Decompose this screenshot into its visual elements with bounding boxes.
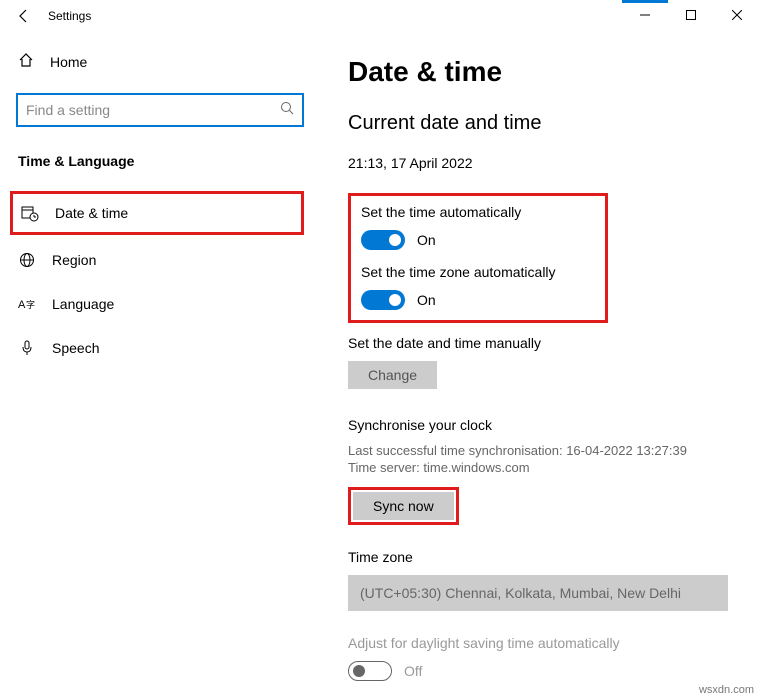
auto-time-state: On	[417, 232, 436, 248]
change-button[interactable]: Change	[348, 361, 437, 389]
back-button[interactable]	[8, 0, 40, 32]
sidebar-item-date-time[interactable]: Date & time	[10, 191, 304, 235]
page-title: Date & time	[348, 56, 732, 88]
section-subtitle: Current date and time	[348, 112, 732, 135]
current-datetime: 21:13, 17 April 2022	[348, 155, 732, 171]
sidebar-item-region[interactable]: Region	[10, 241, 304, 279]
category-title: Time & Language	[18, 153, 304, 169]
sync-title: Synchronise your clock	[348, 417, 732, 433]
svg-text:A: A	[18, 299, 26, 311]
search-icon	[280, 101, 294, 120]
auto-time-toggle[interactable]	[361, 230, 405, 250]
calendar-clock-icon	[21, 204, 39, 222]
nav-label: Date & time	[55, 205, 128, 221]
auto-time-label: Set the time automatically	[361, 204, 595, 220]
nav-label: Language	[52, 296, 114, 312]
auto-tz-state: On	[417, 292, 436, 308]
content-pane: Date & time Current date and time 21:13,…	[320, 32, 760, 700]
minimize-button[interactable]	[622, 0, 668, 30]
auto-tz-toggle[interactable]	[361, 290, 405, 310]
manual-label: Set the date and time manually	[348, 335, 732, 351]
auto-tz-label: Set the time zone automatically	[361, 264, 595, 280]
dst-toggle	[348, 661, 392, 681]
highlighted-toggles: Set the time automatically On Set the ti…	[348, 193, 608, 323]
window-controls	[622, 0, 760, 30]
sidebar: Home Time & Language Date & time Region …	[0, 32, 320, 700]
search-input[interactable]	[26, 102, 280, 118]
sync-highlight: Sync now	[348, 487, 459, 525]
dst-state: Off	[404, 663, 422, 679]
home-label: Home	[50, 54, 87, 70]
nav-label: Speech	[52, 340, 99, 356]
dst-label: Adjust for daylight saving time automati…	[348, 635, 732, 651]
window-title: Settings	[48, 9, 91, 23]
maximize-button[interactable]	[668, 0, 714, 30]
home-link[interactable]: Home	[16, 44, 304, 79]
sidebar-item-language[interactable]: A字 Language	[10, 285, 304, 323]
sync-now-button[interactable]: Sync now	[353, 492, 454, 520]
tz-title: Time zone	[348, 549, 732, 565]
microphone-icon	[18, 339, 36, 357]
sync-last: Last successful time synchronisation: 16…	[348, 443, 732, 458]
watermark: wsxdn.com	[699, 684, 754, 696]
home-icon	[18, 52, 34, 71]
language-icon: A字	[18, 295, 36, 313]
nav-label: Region	[52, 252, 96, 268]
timezone-select[interactable]: (UTC+05:30) Chennai, Kolkata, Mumbai, Ne…	[348, 575, 728, 611]
globe-icon	[18, 251, 36, 269]
svg-text:字: 字	[26, 299, 35, 310]
sync-server: Time server: time.windows.com	[348, 460, 732, 475]
sidebar-item-speech[interactable]: Speech	[10, 329, 304, 367]
close-button[interactable]	[714, 0, 760, 30]
search-box[interactable]	[16, 93, 304, 127]
